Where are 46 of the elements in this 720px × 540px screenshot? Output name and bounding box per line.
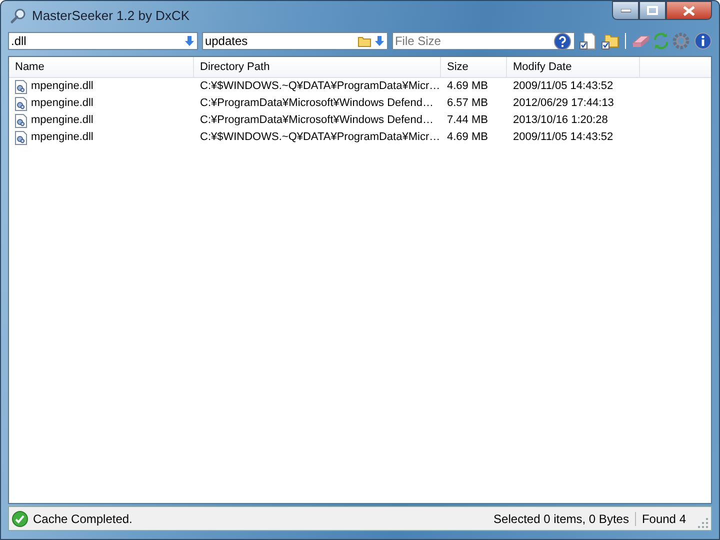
column-header[interactable]: Size xyxy=(441,57,507,77)
column-header[interactable]: Directory Path xyxy=(194,57,441,77)
table-cell-text: C:¥$WINDOWS.~Q¥DATA¥ProgramData¥Micr… xyxy=(199,79,441,94)
table-cell-text: 7.44 MB xyxy=(446,113,489,128)
table-cell-text: 6.57 MB xyxy=(446,96,489,111)
arrow-down-icon xyxy=(374,36,384,46)
file-size-field[interactable]: File Size xyxy=(392,32,576,50)
table-cell-text: mpengine.dll xyxy=(31,113,94,128)
table-cell-text: 2009/11/05 14:43:52 xyxy=(512,130,614,145)
dll-file-icon xyxy=(15,114,27,128)
name-filter-field[interactable]: .dll xyxy=(8,32,198,50)
close-icon xyxy=(683,6,695,16)
column-header[interactable]: Modify Date xyxy=(507,57,640,77)
close-button[interactable] xyxy=(666,1,712,20)
magnifier-icon xyxy=(10,8,26,24)
table-cell-text: C:¥ProgramData¥Microsoft¥Windows Defend… xyxy=(199,113,435,128)
window-title: MasterSeeker 1.2 by DxCK xyxy=(32,8,190,23)
resize-grip-icon[interactable] xyxy=(698,518,708,528)
column-header[interactable]: Name xyxy=(9,57,194,77)
selection-status: Selected 0 items, 0 Bytes xyxy=(488,512,636,526)
found-count: Found 4 xyxy=(640,512,687,526)
file-checkbox-icon[interactable] xyxy=(579,32,598,50)
table-cell-text: 2013/10/16 1:20:28 xyxy=(512,113,609,128)
status-message: Cache Completed. xyxy=(33,512,132,526)
folder-checkbox-icon[interactable] xyxy=(601,32,620,50)
table-cell-text: mpengine.dll xyxy=(31,96,94,111)
minimize-icon xyxy=(620,8,630,12)
dll-file-icon xyxy=(15,80,27,94)
arrow-down-icon xyxy=(184,36,194,46)
dll-file-icon xyxy=(15,96,27,110)
maximize-button[interactable] xyxy=(639,1,666,20)
table-cell-text: mpengine.dll xyxy=(31,79,94,94)
help-icon xyxy=(554,32,572,50)
check-icon xyxy=(12,510,28,526)
table-cell-text: 4.69 MB xyxy=(446,130,489,145)
table-cell-text: 4.69 MB xyxy=(446,79,489,94)
maximize-icon xyxy=(647,6,658,15)
table-cell-text: 2009/11/05 14:43:52 xyxy=(512,79,614,94)
minimize-button[interactable] xyxy=(612,1,639,20)
table-cell-text: C:¥$WINDOWS.~Q¥DATA¥ProgramData¥Micr… xyxy=(199,130,441,145)
table-cell-text: C:¥ProgramData¥Microsoft¥Windows Defend… xyxy=(199,96,435,111)
table-cell-text: mpengine.dll xyxy=(31,130,94,145)
table-cell-text: 2012/06/29 17:44:13 xyxy=(512,96,615,111)
dll-file-icon xyxy=(15,130,27,144)
path-filter-field[interactable]: updates xyxy=(202,32,388,50)
info-icon[interactable] xyxy=(694,32,712,50)
